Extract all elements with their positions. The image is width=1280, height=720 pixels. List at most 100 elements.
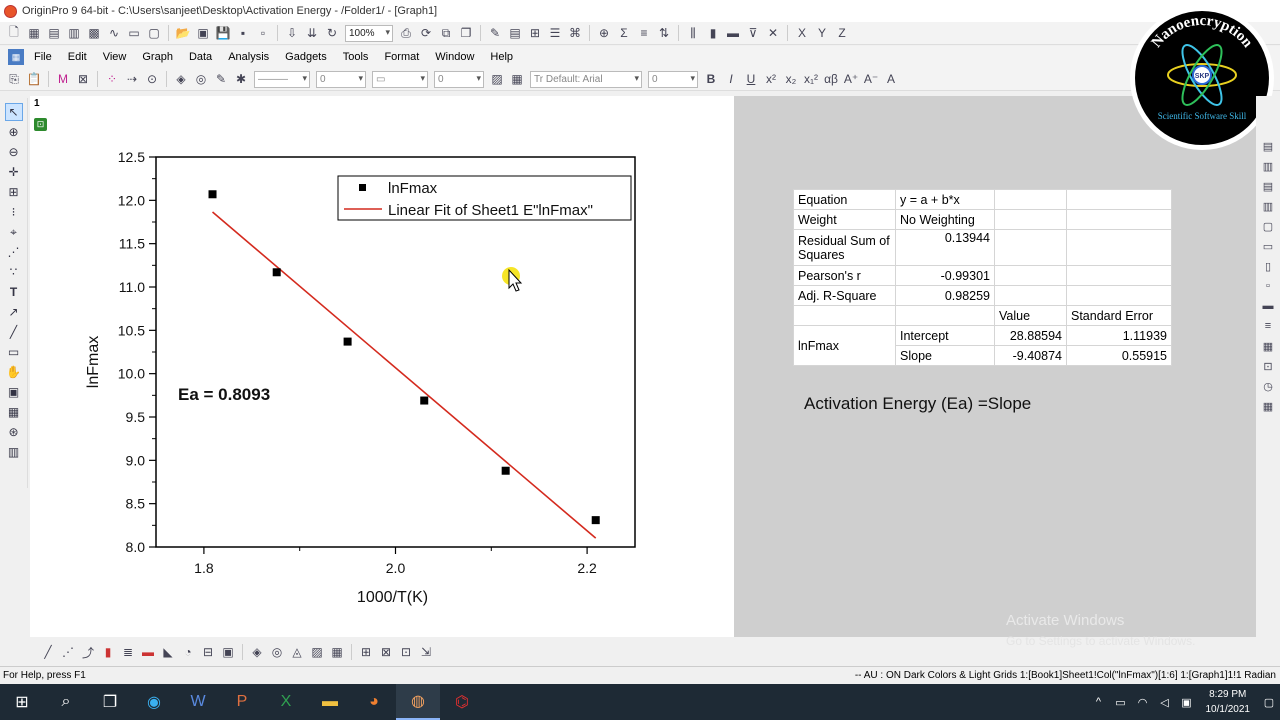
stacked-plot-icon[interactable]: ≣ (120, 644, 136, 660)
open-template-icon[interactable]: ▣ (195, 25, 211, 41)
clear-icon[interactable]: ✕ (765, 25, 781, 41)
layer-icon-10[interactable]: ≡ (1260, 318, 1276, 334)
y-axis-icon[interactable]: Y (814, 25, 830, 41)
menu-gadgets[interactable]: Gadgets (277, 51, 335, 63)
layer-icon-5[interactable]: ▢ (1260, 218, 1276, 234)
arrange-icon[interactable]: ⊡ (398, 644, 414, 660)
clock-icon[interactable]: ◷ (1260, 378, 1276, 394)
recalculate-icon[interactable]: ↻ (324, 25, 340, 41)
decrease-font-icon[interactable]: A⁻ (863, 71, 879, 87)
sigma-icon[interactable]: Σ (616, 25, 632, 41)
column-icon[interactable]: ⫼ (685, 25, 701, 41)
symbol-icon[interactable]: ✱ (233, 71, 249, 87)
new-workbook-icon[interactable]: ▦ (26, 25, 42, 41)
draw-data-icon[interactable]: ∵ (5, 263, 23, 281)
screen-reader-icon[interactable]: ⊙ (144, 71, 160, 87)
paste-icon[interactable]: 📋 (26, 71, 42, 87)
data-reader-tool-icon[interactable]: ⁝ (5, 203, 23, 221)
new-layout-icon[interactable]: ▭ (126, 25, 142, 41)
command-window-icon[interactable]: ⌘ (567, 25, 583, 41)
import-wizard-icon[interactable]: ⇊ (304, 25, 320, 41)
table-tool-icon[interactable]: ▦ (5, 403, 23, 421)
box-plot-icon[interactable]: ⊟ (200, 644, 216, 660)
layer-icon-7[interactable]: ▯ (1260, 258, 1276, 274)
extract-icon[interactable]: ⇲ (418, 644, 434, 660)
data-marker-icon[interactable]: ⁘ (104, 71, 120, 87)
font-color-icon[interactable]: A (883, 71, 899, 87)
line-symbol-plot-icon[interactable]: ⤴ (80, 644, 96, 660)
layer-icon-2[interactable]: ▥ (1260, 158, 1276, 174)
duplicate-icon[interactable]: ⧉ (438, 25, 454, 41)
font-combo[interactable]: Tr Default: Arial (530, 70, 642, 88)
zoom-combo[interactable]: 100% (345, 24, 393, 42)
line-color-icon[interactable]: ✎ (213, 71, 229, 87)
hand-tool-icon[interactable]: ✋ (5, 363, 23, 381)
graph-window-icon[interactable]: ▦ (8, 49, 24, 65)
data-reader-icon[interactable]: ⇢ (124, 71, 140, 87)
zoom-out-icon[interactable]: ⊖ (5, 143, 23, 161)
menu-view[interactable]: View (95, 51, 135, 63)
grid-icon[interactable]: ▦ (509, 71, 525, 87)
scale-icon[interactable]: ✛ (5, 163, 23, 181)
script-window-icon[interactable]: ▤ (507, 25, 523, 41)
rectangle-tool-icon[interactable]: ▭ (5, 343, 23, 361)
project-explorer-icon[interactable]: ⊞ (527, 25, 543, 41)
superscript-icon[interactable]: x² (763, 71, 779, 87)
refresh-icon[interactable]: ⟳ (418, 25, 434, 41)
menu-edit[interactable]: Edit (60, 51, 95, 63)
line-plot-icon[interactable]: ╱ (40, 644, 56, 660)
scatter-plot-icon[interactable]: ⋰ (60, 644, 76, 660)
screen-reader-tool-icon[interactable]: ⋰ (5, 243, 23, 261)
volume-icon[interactable]: ◁ (1154, 684, 1176, 720)
contour-icon[interactable]: ◎ (269, 644, 285, 660)
3d-plot-icon[interactable]: ◈ (249, 644, 265, 660)
new-project-icon[interactable]: 🗋 (6, 25, 22, 41)
greek-icon[interactable]: αβ (823, 71, 839, 87)
battery-icon[interactable]: ▭ (1110, 684, 1132, 720)
underline-icon[interactable]: U (743, 71, 759, 87)
menu-data[interactable]: Data (181, 51, 220, 63)
layer-mgmt-icon[interactable]: ⊠ (378, 644, 394, 660)
new-excel-icon[interactable]: ▤ (46, 25, 62, 41)
word-icon[interactable]: W (176, 684, 220, 720)
subscript-icon[interactable]: x₂ (783, 71, 799, 87)
task-view-icon[interactable]: ❐ (88, 684, 132, 720)
mask-icon[interactable]: M (55, 71, 71, 87)
sort-icon[interactable]: ⇅ (656, 25, 672, 41)
print-icon[interactable]: ⎙ (398, 25, 414, 41)
bar-plot-icon[interactable]: ▬ (140, 644, 156, 660)
file-explorer-icon[interactable]: ▬ (308, 684, 352, 720)
windows-start-icon[interactable]: ⊞ (0, 684, 44, 720)
panel-icon[interactable]: ▦ (329, 644, 345, 660)
tray-chevron-icon[interactable]: ^ (1088, 684, 1110, 720)
increase-font-icon[interactable]: A⁺ (843, 71, 859, 87)
excel-icon[interactable]: X (264, 684, 308, 720)
unmask-icon[interactable]: ⊠ (75, 71, 91, 87)
layer-icon-11[interactable]: ▦ (1260, 338, 1276, 354)
lock-icon[interactable]: ⊡ (34, 118, 47, 131)
linear-fit-results-table[interactable]: Equation y = a + b*x Weight No Weighting… (793, 189, 1172, 366)
histogram-icon[interactable]: ▬ (725, 25, 741, 41)
edge-browser-icon[interactable]: ◉ (132, 684, 176, 720)
line-tool-icon[interactable]: ╱ (5, 323, 23, 341)
template-icon[interactable]: ▣ (220, 644, 236, 660)
border-style-combo[interactable]: ▭ (372, 70, 428, 88)
line-style-combo[interactable]: ——— (254, 70, 310, 88)
layer-icon-8[interactable]: ▫ (1260, 278, 1276, 294)
menu-graph[interactable]: Graph (134, 51, 181, 63)
menu-window[interactable]: Window (427, 51, 482, 63)
import-icon[interactable]: ⇩ (284, 25, 300, 41)
image-plot-icon[interactable]: ▨ (309, 644, 325, 660)
layer-tool-icon[interactable]: ▥ (5, 443, 23, 461)
network-icon[interactable]: ◠ (1132, 684, 1154, 720)
pattern-icon[interactable]: ◎ (193, 71, 209, 87)
open-icon[interactable]: 📂 (175, 25, 191, 41)
italic-icon[interactable]: I (723, 71, 739, 87)
layer-icon-6[interactable]: ▭ (1260, 238, 1276, 254)
notification-icon[interactable]: ▢ (1258, 684, 1280, 720)
search-icon[interactable]: ⌕ (44, 684, 88, 720)
text-tool-icon[interactable]: T (5, 283, 23, 301)
code-builder-icon[interactable]: ✎ (487, 25, 503, 41)
results-log-icon[interactable]: ☰ (547, 25, 563, 41)
clock[interactable]: 8:29 PM 10/1/2021 (1198, 687, 1259, 717)
